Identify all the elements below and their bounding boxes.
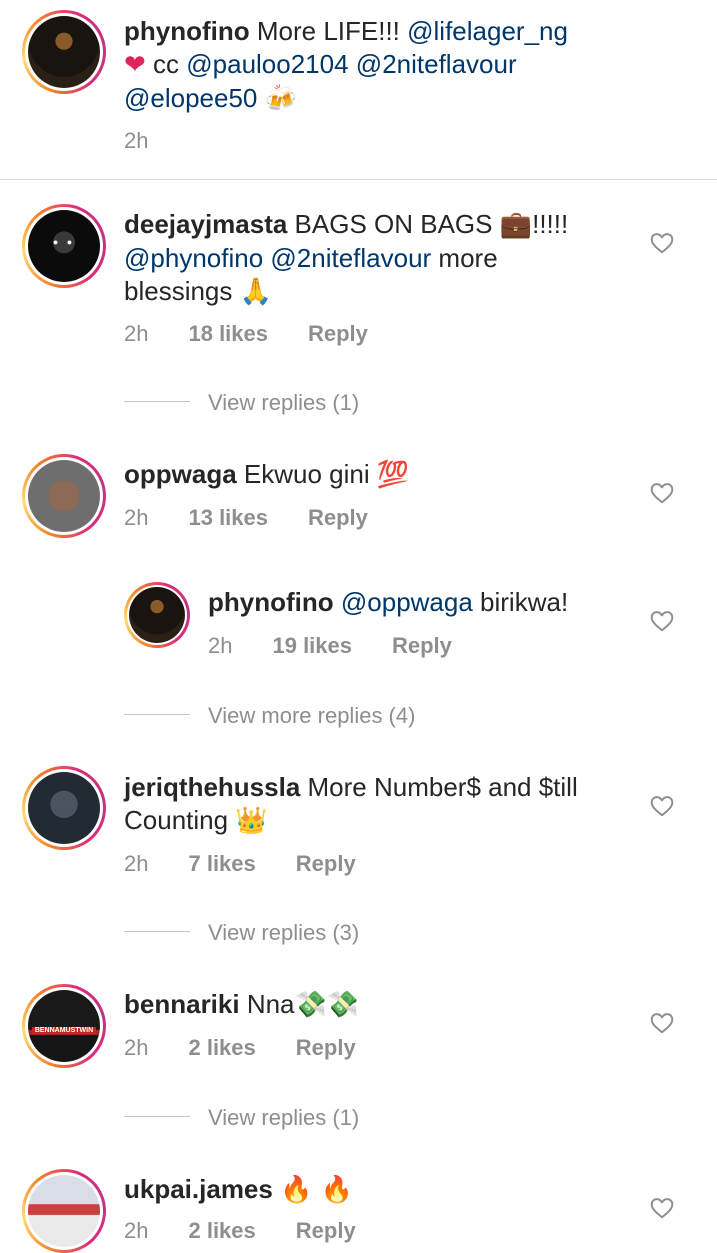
mention-2niteflavour[interactable]: @2niteflavour xyxy=(356,49,517,79)
reply-time: 2h xyxy=(208,633,233,658)
comment-username[interactable]: bennariki xyxy=(124,989,240,1019)
avatar-jeriqthehussla[interactable] xyxy=(22,766,106,850)
like-heart-icon[interactable] xyxy=(649,230,675,256)
likes-count[interactable]: 13 likes xyxy=(188,505,268,530)
comment-meta: 2h 13 likes Reply xyxy=(124,505,368,531)
like-heart-icon[interactable] xyxy=(649,480,675,506)
comment-meta: 2h 2 likes Reply xyxy=(124,1218,356,1244)
mention-pauloo2104[interactable]: @pauloo2104 xyxy=(186,49,348,79)
fire-emoji: 🔥 🔥 xyxy=(280,1175,354,1205)
mention-elopee50[interactable]: @elopee50 xyxy=(124,83,257,113)
view-replies-button[interactable]: View replies (3) xyxy=(208,920,359,946)
view-replies-button[interactable]: View replies (1) xyxy=(208,1105,359,1131)
comment-text: deejayjmasta BAGS ON BAGS 💼!!!!! @phynof… xyxy=(124,209,569,307)
comment-meta: 2h 18 likes Reply xyxy=(124,321,368,347)
avatar-phynofino-reply[interactable] xyxy=(124,582,190,648)
avatar-ukpai-james[interactable] xyxy=(22,1169,106,1253)
reply-button[interactable]: Reply xyxy=(296,851,356,876)
hundred-points-emoji: 💯 xyxy=(376,460,410,490)
caption-time: 2h xyxy=(124,128,149,153)
crown-emoji: 👑 xyxy=(235,806,268,836)
comment-text: jeriqthehussla More Number$ and $till Co… xyxy=(124,772,578,836)
comment-username[interactable]: ukpai.james xyxy=(124,1174,273,1204)
reply-username[interactable]: phynofino xyxy=(208,587,334,617)
view-replies-line xyxy=(124,931,190,932)
view-more-replies-button[interactable]: View more replies (4) xyxy=(208,703,415,729)
view-replies-button[interactable]: View replies (1) xyxy=(208,390,359,416)
briefcase-emoji: 💼 xyxy=(499,210,533,240)
reply-button[interactable]: Reply xyxy=(296,1218,356,1243)
avatar-deejayjmasta[interactable]: ● ● xyxy=(22,204,106,288)
like-heart-icon[interactable] xyxy=(649,793,675,819)
like-heart-icon[interactable] xyxy=(649,1195,675,1221)
comment-time: 2h xyxy=(124,321,149,346)
reply-button[interactable]: Reply xyxy=(392,633,452,658)
comment-time: 2h xyxy=(124,1035,149,1060)
comment-meta: 2h 2 likes Reply xyxy=(124,1035,356,1061)
comment-username[interactable]: oppwaga xyxy=(124,459,237,489)
comment-text: oppwaga Ekwuo gini 💯 xyxy=(124,459,410,490)
beer-emoji: 🍻 xyxy=(264,84,297,114)
comment-time: 2h xyxy=(124,505,149,530)
likes-count[interactable]: 18 likes xyxy=(188,321,268,346)
comment-time: 2h xyxy=(124,1218,149,1243)
caption-divider xyxy=(0,179,717,180)
comment-time: 2h xyxy=(124,851,149,876)
reply-button[interactable]: Reply xyxy=(296,1035,356,1060)
mention-2niteflavour[interactable]: @2niteflavour xyxy=(270,243,431,273)
reply-meta: 2h 19 likes Reply xyxy=(208,633,452,659)
mention-oppwaga[interactable]: @oppwaga xyxy=(341,587,473,617)
mention-lifelager[interactable]: @lifelager_ng xyxy=(407,16,568,46)
likes-count[interactable]: 7 likes xyxy=(188,851,255,876)
praying-hands-emoji: 🙏 xyxy=(239,277,272,307)
mention-phynofino[interactable]: @phynofino xyxy=(124,243,263,273)
view-replies-line xyxy=(124,401,190,402)
avatar-bennariki[interactable]: BENNAMUSTWIN xyxy=(22,984,106,1068)
likes-count[interactable]: 2 likes xyxy=(188,1218,255,1243)
avatar-oppwaga[interactable] xyxy=(22,454,106,538)
comment-username[interactable]: deejayjmasta xyxy=(124,209,287,239)
caption-text: phynofino More LIFE!!! @lifelager_ng ❤ c… xyxy=(124,16,568,114)
comment-meta: 2h 7 likes Reply xyxy=(124,851,356,877)
reply-button[interactable]: Reply xyxy=(308,321,368,346)
avatar-label: BENNAMUSTWIN xyxy=(32,1027,96,1035)
view-replies-line xyxy=(124,1116,190,1117)
caption-username[interactable]: phynofino xyxy=(124,16,250,46)
avatar-phynofino-caption[interactable] xyxy=(22,10,106,94)
likes-count[interactable]: 2 likes xyxy=(188,1035,255,1060)
likes-count[interactable]: 19 likes xyxy=(272,633,352,658)
money-wings-emoji: 💸💸 xyxy=(294,990,360,1020)
reply-text: phynofino @oppwaga birikwa! xyxy=(208,587,569,617)
comment-username[interactable]: jeriqthehussla xyxy=(124,772,300,802)
red-heart-emoji: ❤ xyxy=(124,50,146,80)
comment-text: ukpai.james 🔥 🔥 xyxy=(124,1173,624,1207)
reply-button[interactable]: Reply xyxy=(308,505,368,530)
like-heart-icon[interactable] xyxy=(649,1010,675,1036)
view-replies-line xyxy=(124,714,190,715)
comment-text: bennariki Nna💸💸 xyxy=(124,989,360,1020)
like-heart-icon[interactable] xyxy=(649,608,675,634)
